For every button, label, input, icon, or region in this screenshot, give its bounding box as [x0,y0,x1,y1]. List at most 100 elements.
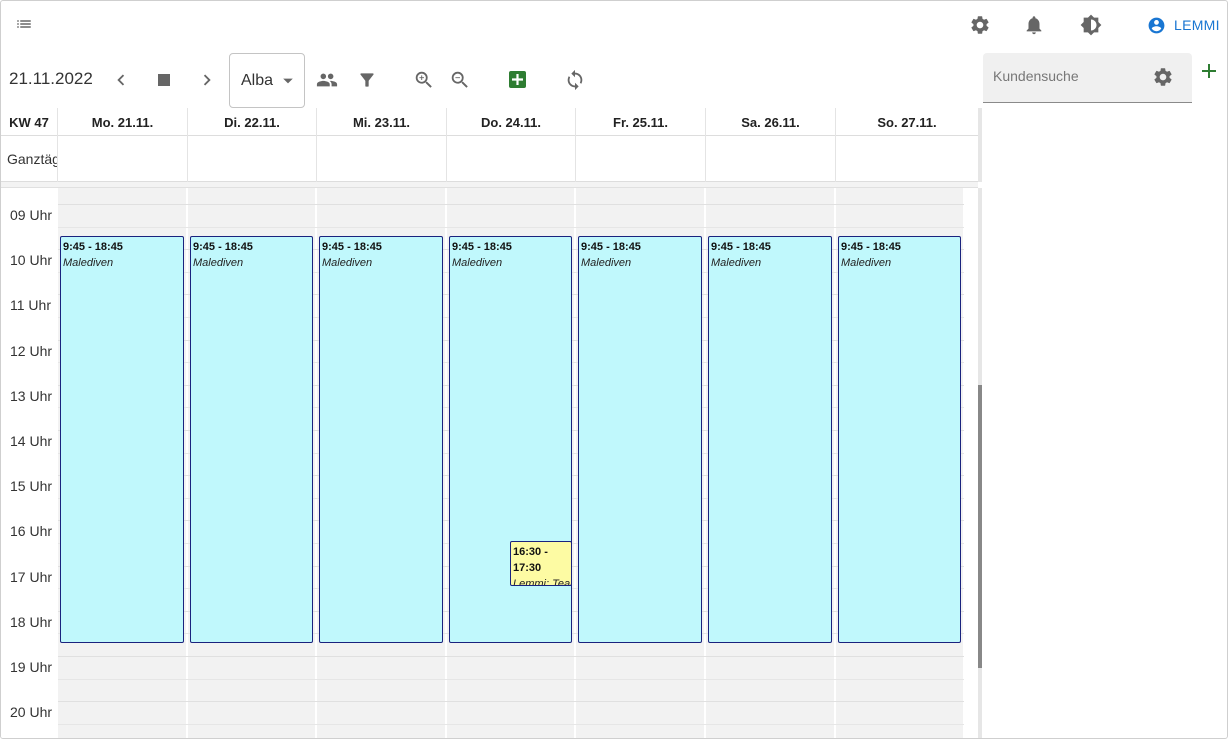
day-header[interactable]: So. 27.11. [836,108,978,136]
appointment[interactable]: 9:45 - 18:45 Malediven [838,236,961,643]
settings-gear-icon[interactable] [966,11,994,39]
week-calendar: KW 47 Mo. 21.11. Di. 22.11. Mi. 23.11. D… [1,108,982,738]
customer-search-input[interactable] [993,68,1143,84]
appointment-time: 9:45 - 18:45 [322,241,382,253]
chevron-left-icon [117,74,125,86]
people-group-button[interactable] [312,65,342,95]
day-header[interactable]: Sa. 26.11. [706,108,836,136]
today-button[interactable] [149,65,179,95]
appointment-title: Malediven [841,257,892,269]
hour-label: 16 Uhr [10,523,53,539]
hour-label: 09 Uhr [10,207,53,223]
appointment-time: 9:45 - 18:45 [63,241,123,253]
sync-icon [567,69,583,91]
chevron-right-icon [203,74,211,86]
plus-icon [512,74,523,85]
appointment-title: Malediven [452,257,503,269]
all-day-cell[interactable] [58,136,188,182]
user-name: LEMMI [1174,17,1220,33]
grid-line [58,679,964,680]
all-day-cell[interactable] [317,136,447,182]
grid-line [58,227,964,228]
appointment-time: 9:45 - 18:45 [841,241,901,253]
appointment-time: 9:45 - 18:45 [452,241,512,253]
all-day-label: Ganztägig [1,136,58,182]
staff-select[interactable]: Alba [229,53,305,108]
vertical-scrollbar-thumb[interactable] [978,385,982,668]
appointment[interactable]: 9:45 - 18:45 Malediven [190,236,313,643]
all-day-cell[interactable] [447,136,576,182]
gear-icon [1154,68,1172,86]
filter-funnel-icon [360,73,374,87]
appointment-time: 9:45 - 18:45 [193,241,253,253]
day-header[interactable]: Di. 22.11. [188,108,317,136]
prev-week-button[interactable] [106,65,136,95]
filter-button[interactable] [352,65,382,95]
add-appointment-button[interactable] [509,71,526,88]
day-header[interactable]: Mo. 21.11. [58,108,188,136]
appointment-title: Malediven [581,257,632,269]
grid-line [58,656,964,657]
appointment-title: Malediven [711,257,762,269]
week-number: KW 47 [1,108,58,136]
account-circle-icon [1148,17,1165,33]
appointment-time: 16:30 - 17:30 [513,546,548,574]
all-day-cell[interactable] [706,136,836,182]
hour-label: 18 Uhr [10,614,53,630]
hour-label: 14 Uhr [10,433,53,449]
hour-label: 19 Uhr [10,659,53,675]
hour-label: 20 Uhr [10,704,53,720]
refresh-button[interactable] [560,65,590,95]
zoom-in-button[interactable] [409,65,439,95]
brightness-theme-icon[interactable] [1077,11,1105,39]
top-bar: LEMMI [1,1,1227,49]
day-header[interactable]: Fr. 25.11. [576,108,706,136]
all-day-cell[interactable] [836,136,978,182]
menu-list-icon[interactable] [10,10,38,38]
dropdown-arrow-icon [283,78,293,83]
day-header[interactable]: Mi. 23.11. [317,108,447,136]
zoom-out-button[interactable] [445,65,475,95]
hour-label: 17 Uhr [10,569,53,585]
hour-label: 12 Uhr [10,343,53,359]
search-settings-button[interactable] [1151,65,1175,89]
current-date: 21.11.2022 [9,69,93,88]
hour-label: 13 Uhr [10,388,53,404]
appointment-title: Malediven [193,257,244,269]
all-day-cell[interactable] [188,136,317,182]
hour-label: 11 Uhr [10,297,51,313]
appointment-small[interactable]: 16:30 - 17:30 Lemmi: Team [510,541,572,586]
all-day-row: Ganztägig [1,136,978,182]
add-customer-button[interactable] [1199,61,1219,81]
user-account-button[interactable]: LEMMI [1147,13,1220,37]
appointment-time: 9:45 - 18:45 [711,241,771,253]
time-grid[interactable]: 09 Uhr 10 Uhr 11 Uhr 12 Uhr 13 Uhr 14 Uhr 15 U… [1,188,964,738]
appointment[interactable]: 9:45 - 18:45 Malediven [60,236,184,643]
app-window: LEMMI 21.11.2022 Alba Kundensuche KW 47 … [0,0,1228,739]
appointment[interactable]: 9:45 - 18:45 Malediven [708,236,832,643]
staff-select-value: Alba [241,71,274,89]
zoom-in-icon [415,71,432,88]
time-column: 09 Uhr 10 Uhr 11 Uhr 12 Uhr 13 Uhr 14 Uhr 15 U… [1,188,58,738]
scrollbar-track-top [978,108,982,182]
day-header[interactable]: Do. 24.11. [447,108,576,136]
plus-icon [1202,64,1216,78]
appointment-title: Malediven [63,257,114,269]
hour-label: 10 Uhr [10,252,53,268]
appointment[interactable]: 9:45 - 18:45 Malediven [319,236,443,643]
people-icon [316,73,338,87]
grid-line [58,701,964,702]
calendar-header: KW 47 Mo. 21.11. Di. 22.11. Mi. 23.11. D… [1,108,978,136]
zoom-out-icon [451,71,468,88]
appointment-title: Lemmi: Team [513,578,571,586]
notifications-bell-icon[interactable] [1020,11,1048,39]
customer-search-field[interactable] [983,53,1192,103]
grid-line [58,724,964,725]
appointment[interactable]: 9:45 - 18:45 Malediven [578,236,702,643]
appointment-time: 9:45 - 18:45 [581,241,641,253]
hour-label: 15 Uhr [10,478,53,494]
next-week-button[interactable] [192,65,222,95]
grid-line [58,204,964,205]
all-day-cell[interactable] [576,136,706,182]
appointment-title: Malediven [322,257,373,269]
